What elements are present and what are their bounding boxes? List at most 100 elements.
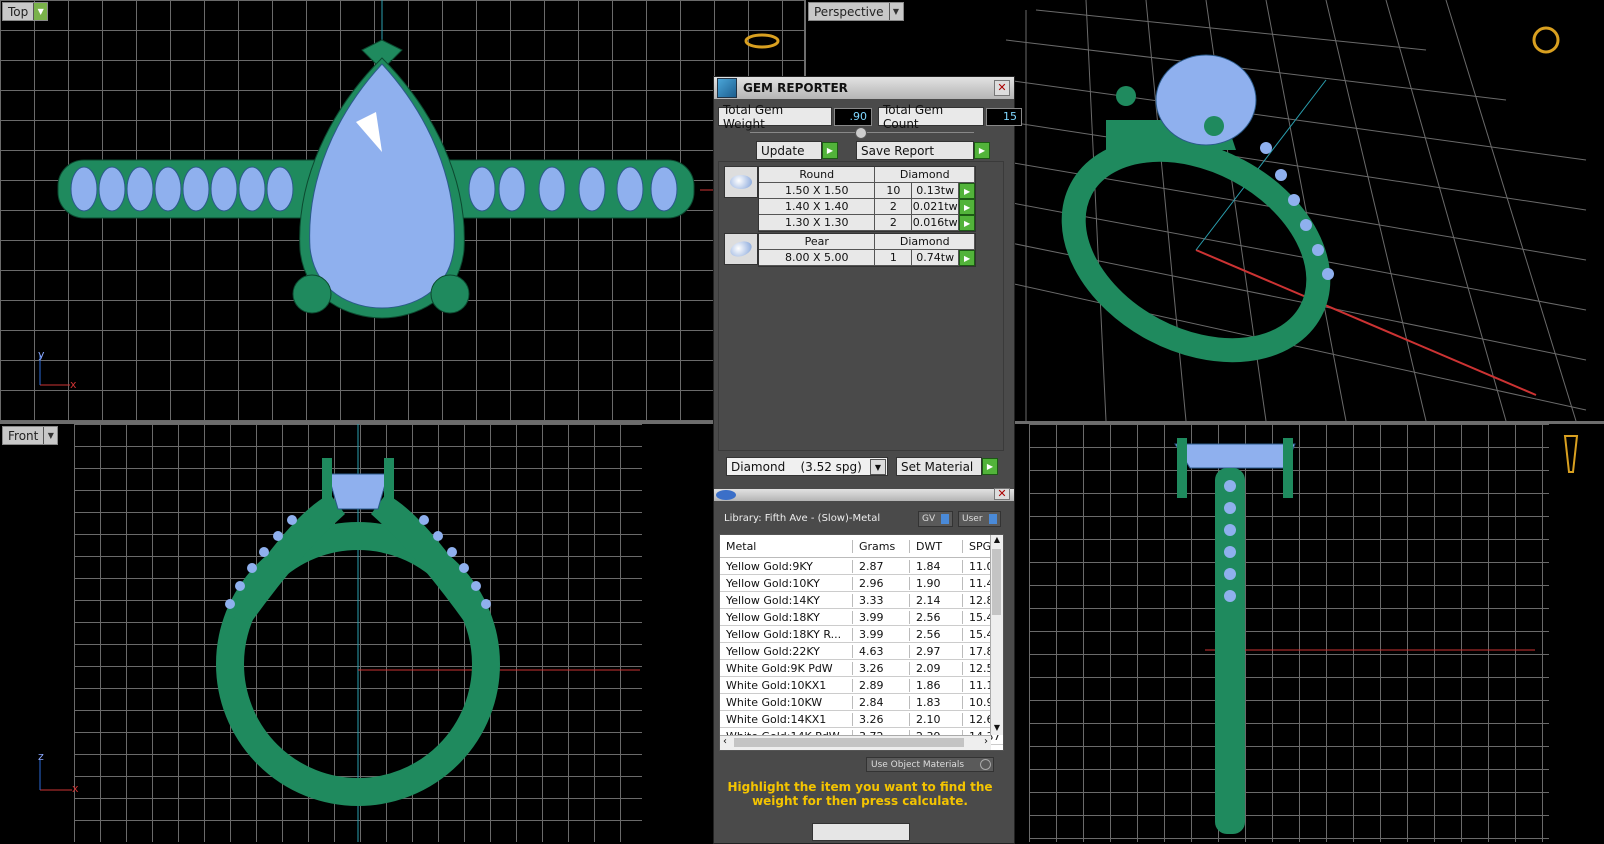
metal-row[interactable]: White Gold:14KX1 3.26 2.10 12.61 [720,711,1003,728]
gem-weight: 0.13tw [912,183,960,199]
metal-cell-dwt: 1.83 [910,695,963,709]
metal-cell-dwt: 1.90 [910,576,963,590]
metal-cell-name: Yellow Gold:18KY [720,610,853,624]
close-icon[interactable]: ✕ [994,488,1010,500]
gem-size: 1.30 X 1.30 [759,215,876,231]
metal-row[interactable]: White Gold:9K PdW 3.26 2.09 12.59 [720,660,1003,677]
gem-material-header: Diamond [875,234,975,250]
use-object-materials-toggle[interactable]: Use Object Materials [866,757,994,772]
save-report-button-label: Save Report [861,143,935,158]
gem-count: 2 [875,215,913,231]
metal-cell-name: White Gold:14KX1 [720,712,853,726]
metal-row[interactable]: White Gold:10KX1 2.89 1.86 11.18 [720,677,1003,694]
set-material-button[interactable]: Set Material [896,457,982,476]
gem-row[interactable]: 1.40 X 1.40 2 0.021tw ▶ [759,199,975,215]
update-go-button[interactable]: ▶ [822,142,838,159]
update-button[interactable]: Update [756,141,822,160]
viewport-front[interactable]: z x Front ▼ [0,424,713,842]
gem-weight: 0.021tw [912,199,960,215]
chevron-down-icon[interactable]: ▼ [33,3,48,20]
metal-cell-grams: 2.96 [853,576,910,590]
metal-cell-grams: 3.99 [853,627,910,641]
metal-row[interactable]: Yellow Gold:14KY 3.33 2.14 12.88 [720,592,1003,609]
gem-reporter-panel: GEM REPORTER ✕ Total Gem Weight .90 Tota… [713,76,1022,844]
save-report-button[interactable]: Save Report [856,141,974,160]
metal-cell-name: Yellow Gold:9KY [720,559,853,573]
chevron-down-icon[interactable]: ▼ [888,3,903,20]
scrollbar-thumb[interactable] [734,738,964,747]
metal-cell-dwt: 2.09 [910,661,963,675]
metal-row[interactable]: Yellow Gold:18KY R... 3.99 2.56 15.43 [720,626,1003,643]
splitter-knob-icon[interactable] [855,127,867,139]
metal-cell-name: White Gold:10KW [720,695,853,709]
gem-row-select-button[interactable]: ▶ [959,183,975,199]
user-toggle[interactable]: User [958,511,1001,527]
calculate-button[interactable] [812,823,910,841]
gem-row-select-button[interactable]: ▶ [959,199,975,215]
right-view-ring [1174,435,1579,834]
set-material-go-button[interactable]: ▶ [982,458,998,475]
gem-row[interactable]: 1.50 X 1.50 10 0.13tw ▶ [759,183,975,199]
pear-gem-thumbnail[interactable] [724,233,758,265]
metal-cell-grams: 3.26 [853,712,910,726]
metal-cell-grams: 3.33 [853,593,910,607]
save-report-go-button[interactable]: ▶ [974,142,990,159]
viewport-right[interactable] [1015,424,1604,842]
round-gem-thumbnail[interactable] [724,166,758,198]
column-header[interactable]: Grams [853,539,910,553]
gem-size: 1.50 X 1.50 [759,183,876,199]
gem-row[interactable]: 8.00 X 5.00 1 0.74tw ▶ [759,250,975,266]
metal-cell-grams: 2.84 [853,695,910,709]
material-select[interactable]: Diamond (3.52 spg) ▼ [726,457,888,476]
metal-cell-dwt: 2.14 [910,593,963,607]
metal-panel-instructions: Highlight the item you want to find the … [727,780,993,808]
viewport-top-title: Top [8,4,29,19]
viewport-front-title: Front [8,428,39,443]
gem-weight: 0.74tw [912,250,960,266]
metal-cell-name: Yellow Gold:18KY R... [720,627,853,641]
chevron-down-icon[interactable]: ▼ [870,459,886,475]
metal-row[interactable]: White Gold:10KW 2.84 1.83 10.99 [720,694,1003,711]
gem-reporter-title: GEM REPORTER [743,81,848,95]
gem-count: 2 [875,199,913,215]
metal-cell-dwt: 1.84 [910,559,963,573]
metal-row[interactable]: Yellow Gold:10KY 2.96 1.90 11.45 [720,575,1003,592]
gem-row-select-button[interactable]: ▶ [959,215,975,231]
gem-reporter-titlebar[interactable]: GEM REPORTER ✕ [714,77,1014,99]
metal-cell-name: White Gold:10KX1 [720,678,853,692]
metal-cell-dwt: 2.56 [910,610,963,624]
front-view-ring [39,424,640,842]
scrollbar-thumb[interactable] [992,549,1001,615]
metal-cell-dwt: 1.86 [910,678,963,692]
metal-row[interactable]: Yellow Gold:18KY 3.99 2.56 15.43 [720,609,1003,626]
gem-row[interactable]: 1.30 X 1.30 2 0.016tw ▶ [759,215,975,231]
metal-cell-name: White Gold:9K PdW [720,661,853,675]
total-gem-weight-label: Total Gem Weight [718,103,832,131]
front-axis-x: x [72,782,79,795]
gem-shape-header: Round [759,167,876,183]
viewport-top[interactable]: y x Top ▼ [0,0,804,421]
column-header[interactable]: DWT [910,539,963,553]
vertical-scrollbar[interactable]: ▲ ▼ [990,535,1003,735]
horizontal-scrollbar[interactable]: ‹ › [720,735,991,750]
column-header[interactable]: Metal [720,539,853,553]
metal-row[interactable]: Yellow Gold:22KY 4.63 2.97 17.89 [720,643,1003,660]
gv-toggle-label: GV [922,514,936,524]
chevron-down-icon[interactable]: ▼ [43,427,58,444]
gem-row-select-button[interactable]: ▶ [959,250,975,266]
top-axis-x: x [70,378,77,391]
user-toggle-label: User [962,514,983,524]
gv-toggle[interactable]: GV [918,511,954,527]
metal-row[interactable]: Yellow Gold:9KY 2.87 1.84 11.08 [720,558,1003,575]
metal-cell-grams: 2.89 [853,678,910,692]
close-icon[interactable]: ✕ [994,80,1010,96]
viewport-perspective-label[interactable]: Perspective ▼ [808,2,904,21]
viewport-top-label[interactable]: Top ▼ [2,2,49,21]
gem-weight: 0.016tw [912,215,960,231]
metal-panel-icon [716,490,736,500]
metal-panel-titlebar[interactable]: ✕ [714,488,1014,501]
viewport-front-label[interactable]: Front ▼ [2,426,59,445]
metal-cell-dwt: 2.97 [910,644,963,658]
use-object-materials-label: Use Object Materials [871,759,965,770]
metal-cell-name: Yellow Gold:14KY [720,593,853,607]
